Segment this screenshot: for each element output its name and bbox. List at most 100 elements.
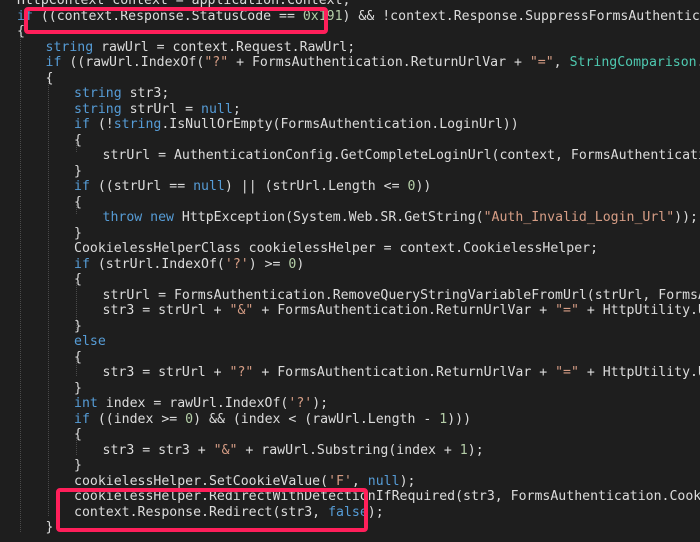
code-token: strUrl =	[129, 101, 202, 117]
code-token: }	[74, 225, 82, 241]
code-editor[interactable]: HttpContext context = application.Contex…	[0, 0, 700, 542]
code-token: HttpException(System.Web.SR.GetString(	[181, 210, 484, 225]
code-line[interactable]: }	[74, 319, 82, 335]
code-token: string	[74, 101, 130, 117]
code-line[interactable]: {	[74, 195, 82, 211]
code-token: {	[45, 70, 54, 86]
code-token: '?'	[224, 256, 249, 272]
code-line[interactable]: str3 = str3 + "&" + rawUrl.Substring(ind…	[103, 443, 484, 459]
code-line[interactable]: throw new HttpException(System.Web.SR.Ge…	[103, 210, 699, 226]
code-token: cookielessHelper.SetCookieValue(	[74, 473, 329, 489]
code-line[interactable]: if (!string.IsNullOrEmpty(FormsAuthentic…	[74, 117, 519, 133]
code-token: ) && (index < (rawUrl.Length -	[193, 411, 440, 427]
code-token: if	[74, 411, 98, 427]
code-token: null	[367, 473, 400, 489]
code-token: }	[74, 380, 82, 396]
code-token: strUrl = AuthenticationConfig.GetComplet…	[102, 148, 700, 163]
code-line[interactable]: string str3;	[74, 86, 169, 102]
code-token: );	[367, 504, 384, 520]
code-token: ((strUrl ==	[97, 179, 194, 194]
code-line[interactable]: CookielessHelperClass cookielessHelper =…	[74, 241, 598, 257]
code-token: throw new	[102, 210, 182, 225]
code-line[interactable]: if ((index >= 0) && (index < (rawUrl.Len…	[74, 412, 471, 428]
highlight-box-redirect	[56, 488, 368, 532]
code-token: "&"	[229, 303, 254, 318]
code-token: }	[74, 163, 82, 179]
code-token: if	[45, 55, 70, 70]
highlight-box-status-code	[24, 7, 328, 34]
code-token: ,	[553, 55, 570, 70]
code-token: null	[193, 179, 225, 194]
code-token: }	[74, 458, 82, 473]
code-token: ;	[232, 101, 241, 117]
code-token: + FormsAuthentication.ReturnUrlVar +	[253, 303, 556, 318]
code-token: '?'	[288, 396, 313, 411]
code-token: (strUrl.IndexOf(	[97, 256, 225, 272]
code-token: null	[201, 101, 233, 117]
code-line[interactable]: else	[74, 334, 106, 350]
code-line[interactable]: string rawUrl = context.Request.RawUrl;	[46, 40, 356, 56]
code-token: "?"	[204, 55, 229, 70]
code-token: {	[74, 132, 82, 148]
code-line[interactable]: str3 = strUrl + "&" + FormsAuthenticatio…	[103, 303, 700, 319]
code-token: 1	[459, 442, 468, 458]
code-token: if	[74, 256, 98, 272]
code-line[interactable]: strUrl = AuthenticationConfig.GetComplet…	[103, 148, 700, 164]
code-line[interactable]: if ((rawUrl.IndexOf("?" + FormsAuthentic…	[46, 55, 700, 71]
code-line[interactable]: {	[74, 272, 82, 288]
code-token: + FormsAuthentication.ReturnUrlVar +	[228, 55, 530, 70]
code-token: {	[74, 194, 82, 210]
code-token: "="	[529, 55, 554, 70]
code-token: if	[74, 117, 98, 132]
code-token: ((index >=	[97, 411, 186, 427]
code-token: + FormsAuthentication.ReturnUrlVar +	[253, 365, 556, 380]
code-token: + rawUrl.Substring(index +	[237, 442, 460, 458]
code-line[interactable]: strUrl = FormsAuthentication.RemoveQuery…	[103, 288, 700, 304]
code-line[interactable]: }	[74, 381, 82, 397]
code-token: );	[312, 396, 329, 411]
code-line[interactable]: }	[46, 520, 54, 536]
code-line[interactable]: }	[74, 226, 82, 242]
code-token: CookielessHelperClass cookielessHelper =…	[74, 241, 599, 256]
code-token: 'F'	[328, 473, 352, 489]
code-token: string	[74, 86, 130, 101]
code-token: strUrl = FormsAuthentication.RemoveQuery…	[102, 287, 700, 303]
code-token: StringComparison	[569, 55, 697, 70]
code-token: str3 = strUrl +	[102, 365, 230, 380]
code-token: {	[74, 427, 82, 442]
code-token: ) || (strUrl.Length <=	[224, 179, 408, 194]
code-token: {	[74, 272, 82, 287]
code-token: ) && !context.Response.SuppressFormsAuth…	[342, 8, 700, 24]
code-token: int	[74, 396, 106, 411]
code-line[interactable]: if (strUrl.IndexOf('?') >= 0)	[74, 257, 304, 273]
code-token: "Auth_Invalid_Login_Url"	[483, 210, 675, 225]
indent-guide	[48, 78, 49, 516]
code-token: rawUrl = context.Request.RawUrl;	[101, 39, 356, 55]
code-line[interactable]: {	[46, 71, 54, 87]
code-line[interactable]: }	[74, 458, 82, 474]
code-line[interactable]: if ((strUrl == null) || (strUrl.Length <…	[74, 179, 431, 195]
indent-guide	[20, 30, 21, 532]
code-token: {	[74, 349, 82, 365]
code-line[interactable]: str3 = strUrl + "?" + FormsAuthenticatio…	[103, 365, 700, 381]
code-token: "="	[555, 365, 579, 380]
code-token: )	[296, 256, 305, 272]
code-token: else	[74, 334, 106, 349]
code-line[interactable]: {	[74, 133, 82, 149]
code-line[interactable]: {	[74, 427, 82, 443]
code-token: ,	[351, 473, 368, 489]
code-token: ) >=	[248, 256, 289, 272]
code-line[interactable]: {	[74, 350, 82, 366]
code-line[interactable]: string strUrl = null;	[74, 102, 241, 118]
code-token: string	[113, 117, 162, 132]
code-token: ((rawUrl.IndexOf(	[69, 55, 205, 70]
code-token: "&"	[213, 442, 238, 458]
code-token: "="	[555, 303, 579, 318]
code-token: ))	[415, 179, 432, 194]
code-token: }	[74, 318, 82, 334]
code-line[interactable]: }	[74, 164, 82, 180]
code-token: str3 = str3 +	[102, 442, 214, 458]
code-line[interactable]: int index = rawUrl.IndexOf('?');	[74, 396, 328, 412]
code-token: ));	[674, 210, 698, 225]
code-token: )))	[447, 411, 472, 427]
